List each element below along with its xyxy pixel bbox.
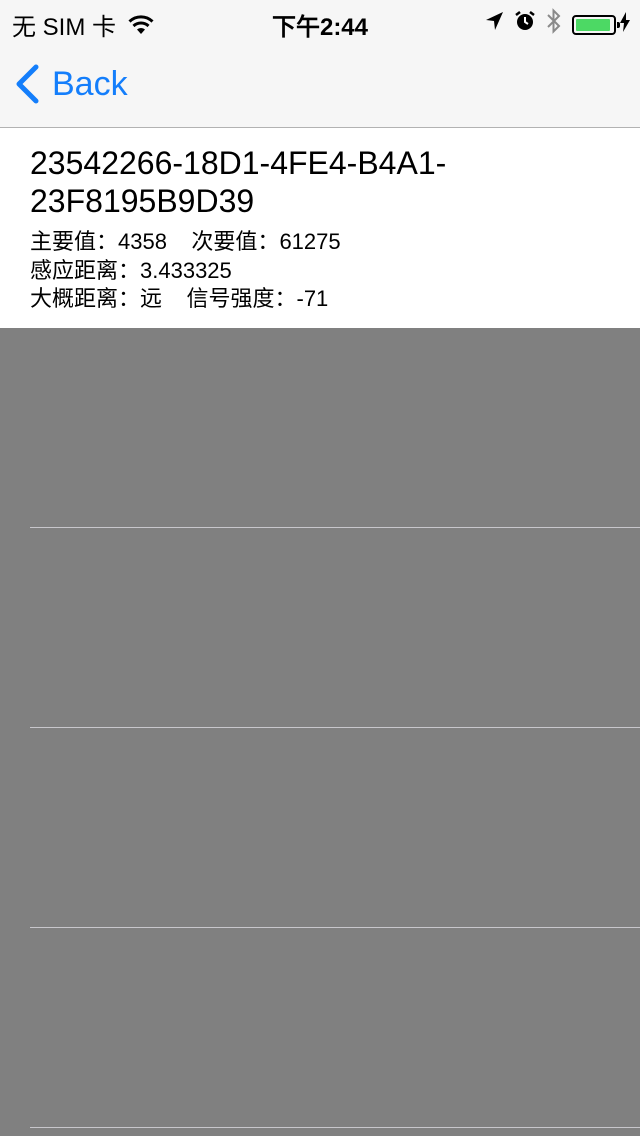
beacon-row[interactable]: 23542266-18D1-4FE4-B4A1-23F8195B9D39 主要值… (0, 128, 640, 328)
back-button-label: Back (52, 64, 128, 103)
proximity-label: 大概距离： (30, 286, 141, 311)
minor-value: 61275 (279, 229, 341, 254)
battery-tip (617, 21, 620, 28)
minor-label: 次要值： (191, 229, 280, 254)
beacon-uuid: 23542266-18D1-4FE4-B4A1-23F8195B9D39 (30, 145, 447, 219)
rssi-value: -71 (296, 286, 329, 311)
major-label: 主要值： (30, 229, 119, 254)
battery-fill (576, 18, 610, 31)
row-separator (30, 1127, 640, 1128)
location-arrow-icon (484, 10, 504, 39)
empty-table-row[interactable] (0, 328, 640, 527)
accuracy-line: 感应距离：3.433325 (30, 257, 232, 285)
accuracy-value: 3.433325 (140, 258, 232, 283)
alarm-icon (514, 10, 536, 39)
chevron-left-icon (16, 64, 39, 104)
proximity-value: 远 (140, 286, 163, 311)
major-value: 4358 (118, 229, 167, 254)
major-minor-line: 主要值：4358 次要值：61275 (30, 228, 341, 256)
empty-table-row[interactable] (0, 928, 640, 1127)
bluetooth-icon (546, 8, 562, 41)
status-bar: 无 SIM 卡 下午2:44 (0, 0, 640, 41)
rssi-label: 信号强度： (186, 286, 297, 311)
proximity-rssi-line: 大概距离：远 信号强度：-71 (30, 285, 328, 313)
navigation-bar: Back (0, 40, 640, 128)
status-right (474, 8, 630, 41)
empty-table-row[interactable] (0, 528, 640, 727)
charging-bolt-icon (620, 11, 630, 39)
back-button[interactable]: Back (14, 62, 128, 106)
accuracy-label: 感应距离： (30, 258, 141, 283)
empty-table-row[interactable] (0, 728, 640, 927)
battery-icon (572, 14, 620, 35)
